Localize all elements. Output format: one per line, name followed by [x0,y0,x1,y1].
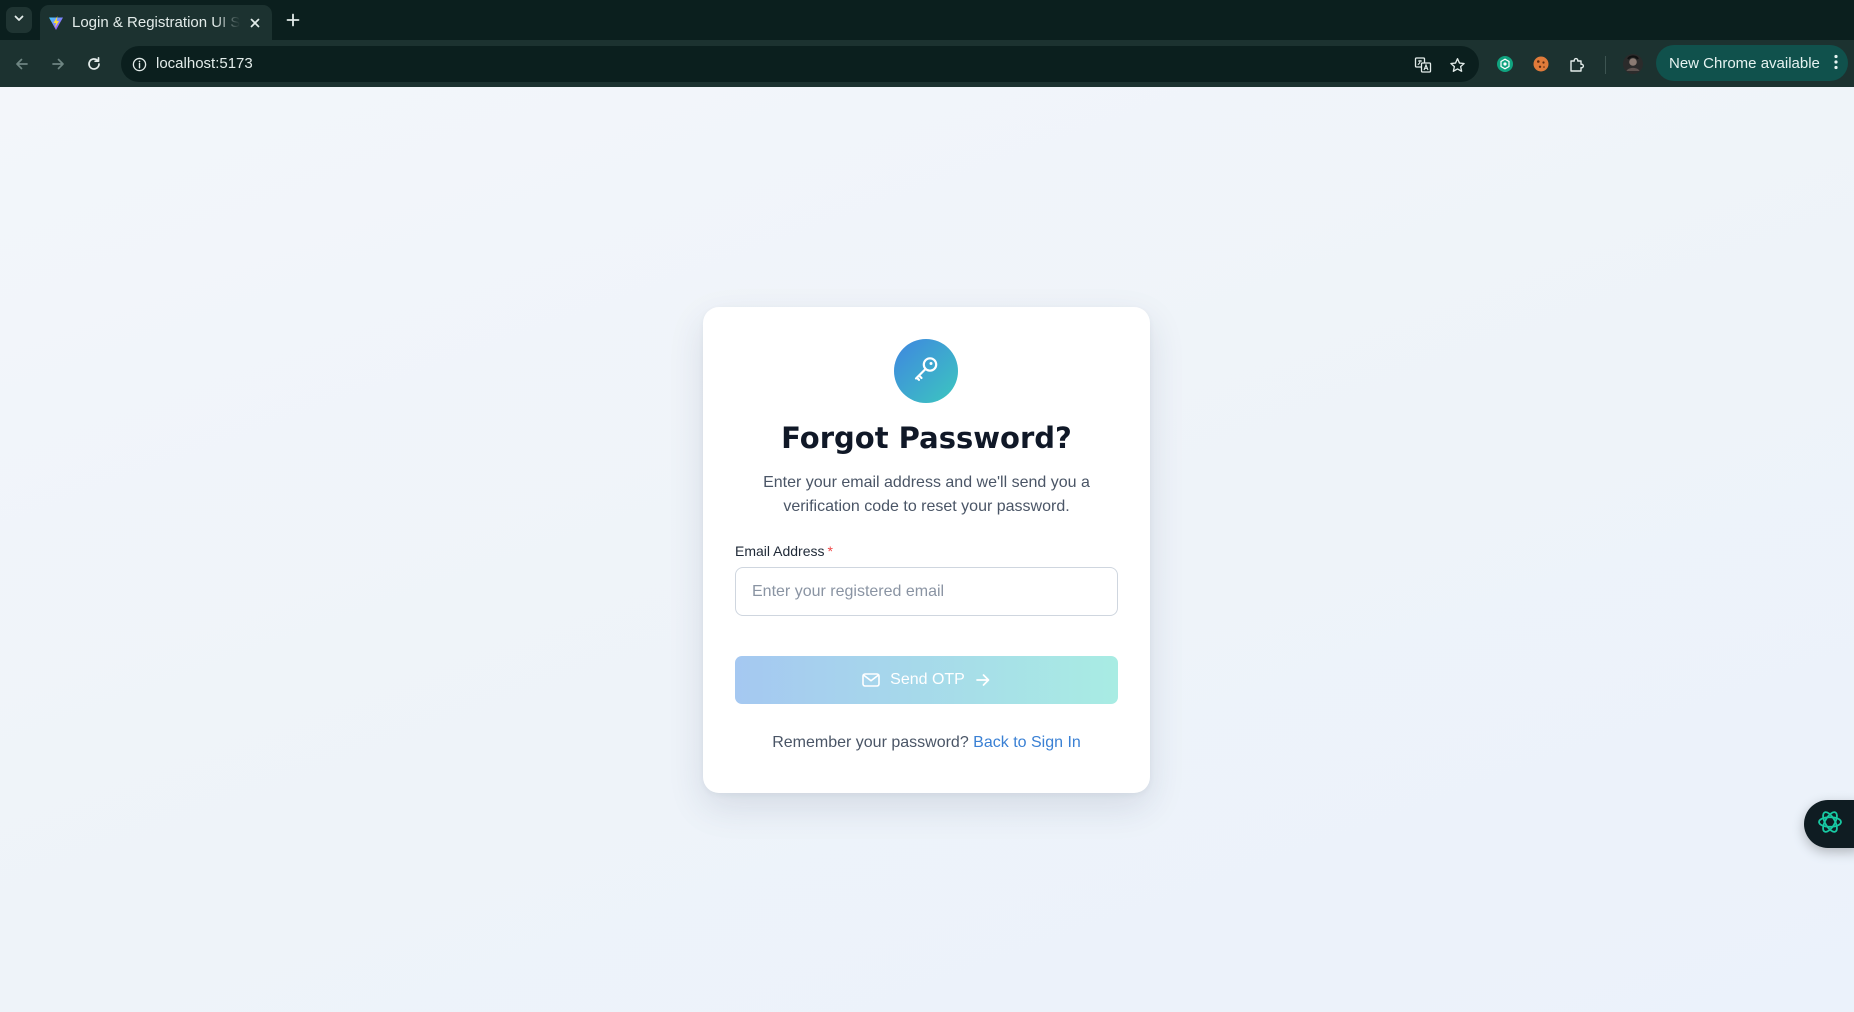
extensions-puzzle-icon[interactable] [1565,52,1589,76]
assistant-widget-button[interactable] [1804,800,1854,848]
chevron-down-icon [13,11,25,29]
tab-title: Login & Registration UI S [72,14,240,31]
back-to-signin-line: Remember your password? Back to Sign In [703,734,1150,752]
star-icon[interactable] [1446,54,1468,76]
toolbar-divider [1605,56,1606,74]
page-title: Forgot Password? [781,421,1072,455]
send-otp-button[interactable]: Send OTP [735,656,1118,704]
required-mark: * [827,543,833,559]
profile-avatar[interactable] [1621,52,1645,76]
email-field-label: Email Address * [735,543,833,559]
browser-toolbar: localhost:5173 New Chrome available [0,40,1854,87]
kebab-menu-icon[interactable] [1834,54,1838,74]
close-icon[interactable] [246,14,264,32]
footer-text: Remember your password? [772,734,969,751]
tab-search-button[interactable] [6,7,32,33]
mail-icon [861,670,881,690]
cookie-extension-icon[interactable] [1529,52,1553,76]
reload-icon[interactable] [82,52,106,76]
update-chrome-button[interactable]: New Chrome available [1656,45,1848,81]
address-bar[interactable]: localhost:5173 [121,46,1479,82]
url-text[interactable]: localhost:5173 [156,55,253,72]
translate-icon[interactable] [1412,54,1434,76]
chatgpt-extension-icon[interactable] [1493,52,1517,76]
vite-favicon [48,15,64,31]
back-to-signin-link[interactable]: Back to Sign In [973,734,1081,751]
forgot-password-card: Forgot Password? Enter your email addres… [703,307,1150,793]
send-otp-label: Send OTP [890,671,965,688]
key-icon [910,353,942,390]
browser-tab[interactable]: Login & Registration UI S [40,5,272,40]
email-field[interactable] [735,567,1118,616]
back-arrow-icon[interactable] [10,52,34,76]
page-viewport: Forgot Password? Enter your email addres… [0,87,1854,1012]
email-label-text: Email Address [735,543,825,559]
forward-arrow-icon[interactable] [46,52,70,76]
update-chip-label: New Chrome available [1669,54,1820,72]
site-info-icon[interactable] [129,54,149,74]
openai-assistant-icon [1814,806,1846,843]
page-subtitle: Enter your email address and we'll send … [763,474,1090,515]
key-badge [894,339,958,403]
arrow-right-icon [974,671,992,689]
plus-icon[interactable] [282,9,304,31]
tab-strip: Login & Registration UI S [0,0,1854,40]
